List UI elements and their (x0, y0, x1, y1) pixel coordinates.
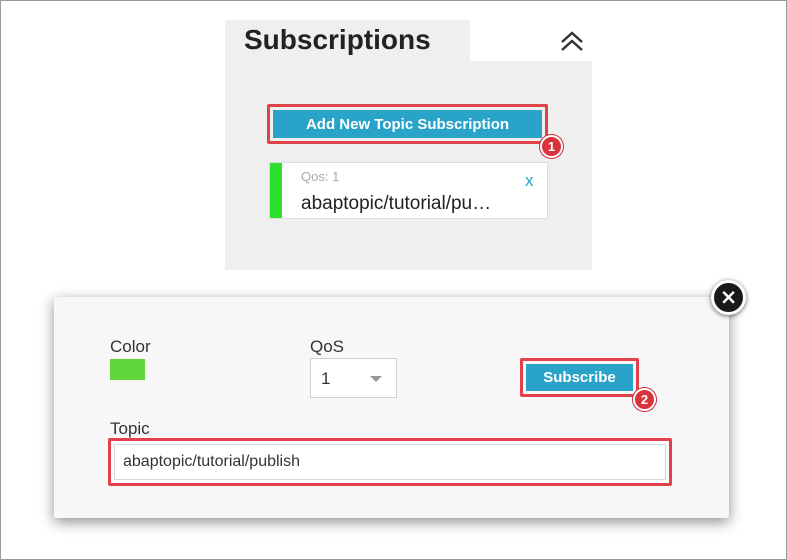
subscriptions-title: Subscriptions (244, 24, 431, 55)
subscribe-button[interactable]: Subscribe (526, 364, 633, 391)
subscription-topic: abaptopic/tutorial/pu… (301, 193, 492, 214)
qos-select[interactable]: 1 (310, 358, 397, 398)
subscription-qos: Qos: 1 (301, 169, 340, 184)
subscription-item[interactable]: Qos: 1 abaptopic/tutorial/pu… x (269, 162, 548, 219)
remove-subscription-button[interactable]: x (525, 171, 534, 191)
double-chevron-up-icon[interactable] (559, 28, 585, 54)
qos-label: QoS (310, 337, 345, 356)
topic-input[interactable] (114, 444, 666, 480)
subscribe-dialog: Color QoS 1 Subscribe Topic (54, 297, 729, 518)
subscribe-highlight: Subscribe (520, 358, 639, 397)
color-label: Color (110, 337, 151, 356)
dropdown-arrow-icon (370, 376, 382, 382)
add-subscription-highlight: Add New Topic Subscription (267, 104, 548, 144)
topic-label: Topic (110, 419, 150, 438)
color-swatch[interactable] (110, 359, 145, 380)
subscription-color-bar (270, 163, 282, 218)
step-marker-2: 2 (633, 388, 656, 411)
add-topic-subscription-button[interactable]: Add New Topic Subscription (273, 110, 542, 138)
close-dialog-button[interactable]: × (711, 280, 746, 315)
subscriptions-panel: Subscriptions Add New Topic Subscription… (225, 20, 592, 270)
topic-highlight (108, 438, 672, 486)
step-marker-1: 1 (540, 135, 563, 158)
qos-selected-value: 1 (321, 369, 331, 388)
